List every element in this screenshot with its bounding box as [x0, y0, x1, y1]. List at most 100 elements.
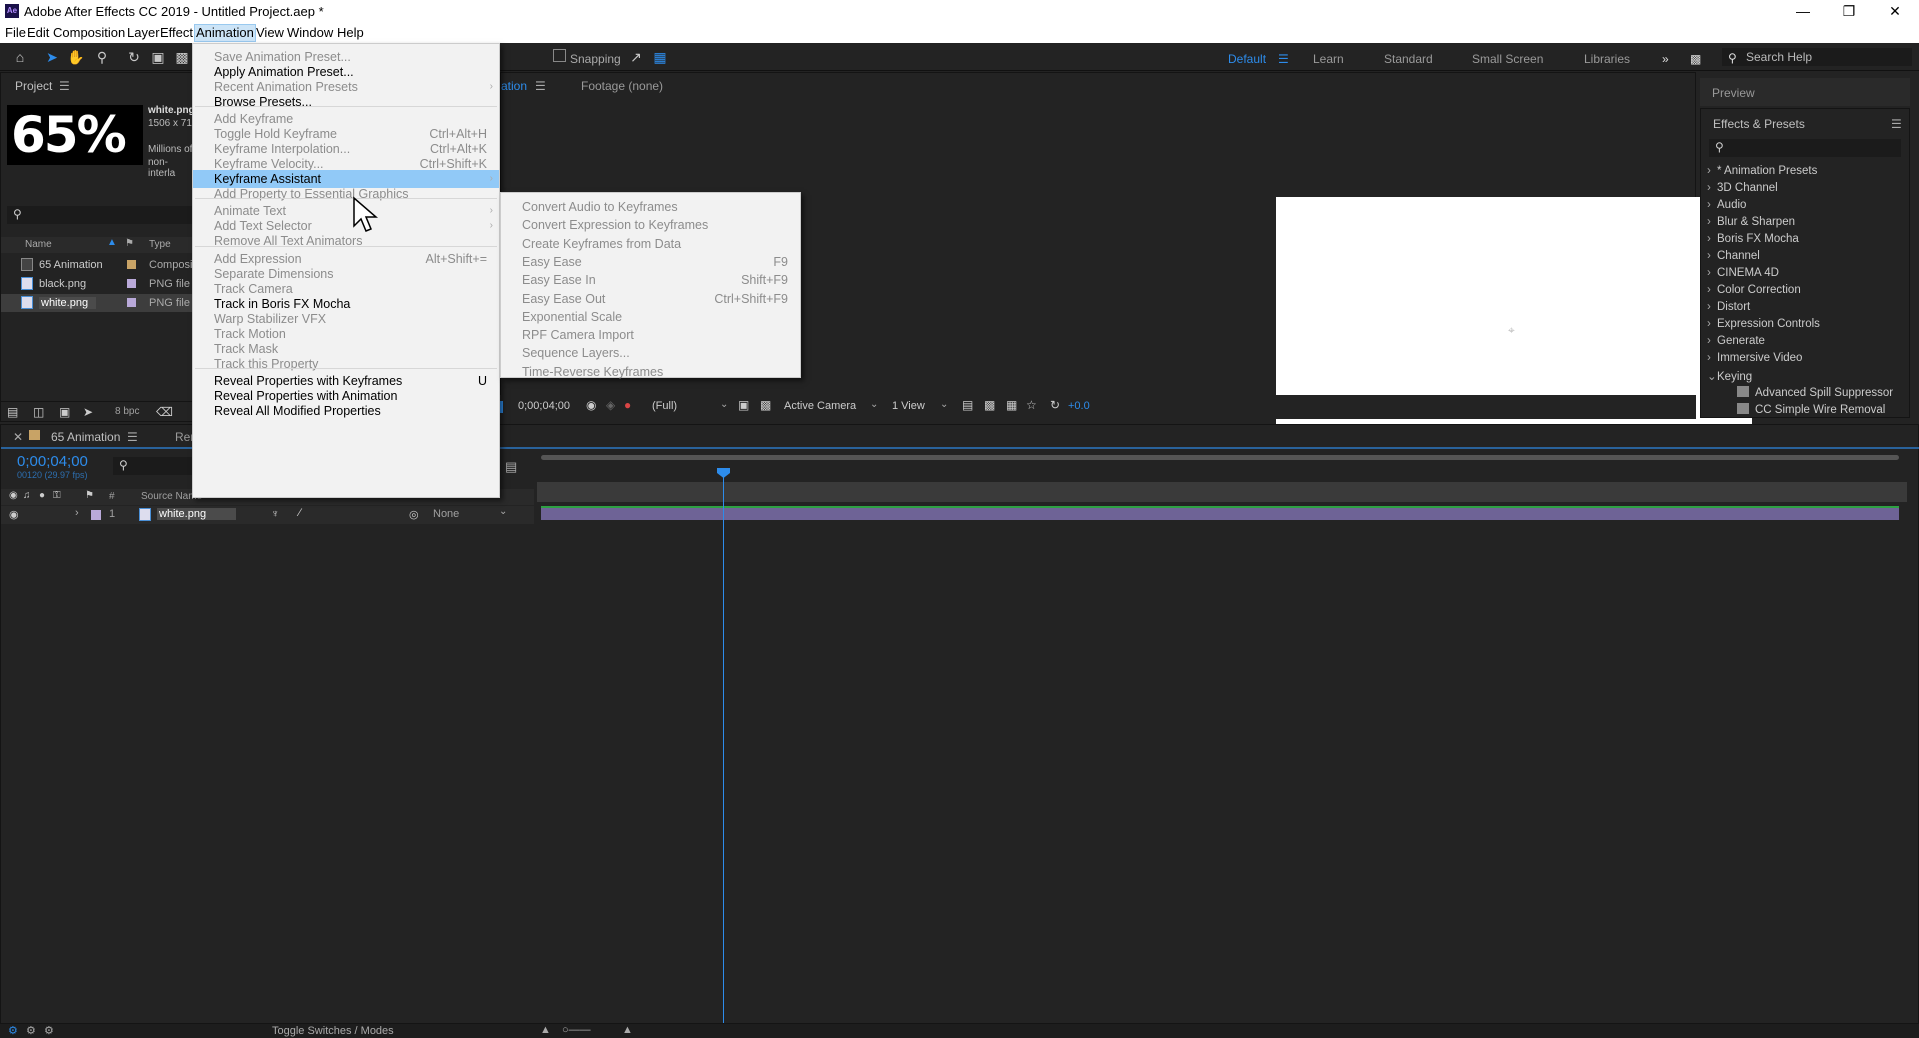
comp-current-time[interactable]: 0;00;04;00 [518, 400, 570, 412]
fx-category-immersive-video[interactable]: › Immersive Video [1707, 352, 1802, 364]
workspace-menu-icon[interactable]: ☰ [1278, 52, 1289, 66]
new-folder-icon[interactable]: ◫ [33, 405, 44, 419]
trash-icon[interactable]: ⌫ [156, 405, 173, 419]
snapping-checkbox[interactable] [553, 49, 566, 62]
close-icon[interactable]: ✕ [1872, 0, 1918, 23]
effects-menu-icon[interactable]: ☰ [1891, 117, 1902, 131]
parent-pickwhip-icon[interactable]: ◎ [409, 508, 419, 521]
menu-edit[interactable]: Edit [26, 25, 50, 40]
workspace-standard[interactable]: Standard [1384, 52, 1433, 66]
workspace-small-screen[interactable]: Small Screen [1472, 52, 1543, 66]
zoom-slider[interactable]: ○—— [562, 1024, 591, 1036]
fx-category-channel[interactable]: › Channel [1707, 250, 1760, 262]
toggle-pixel-aspect-icon[interactable]: ▤ [962, 398, 973, 412]
fast-previews-icon[interactable]: ▩ [984, 398, 995, 412]
submenu-item-easy-ease-in[interactable]: Easy Ease In Shift+F9 [501, 271, 800, 289]
minimize-icon[interactable]: — [1780, 0, 1826, 23]
sync-settings-icon[interactable]: ▩ [1690, 52, 1701, 66]
project-item-65-animation[interactable]: 65 Animation Composi [1, 256, 196, 274]
toggle-switches-modes-button[interactable]: Toggle Switches / Modes [272, 1025, 394, 1037]
menu-view[interactable]: View [255, 25, 285, 40]
interpret-footage-icon[interactable]: ▤ [7, 405, 18, 419]
menu-item-browse-presets[interactable]: Browse Presets... [193, 93, 499, 111]
project-item-white-png[interactable]: white.png PNG file [1, 294, 196, 312]
timeline-icon[interactable]: ▦ [1006, 398, 1017, 412]
menu-file[interactable]: File [4, 25, 27, 40]
fx-category-distort[interactable]: › Distort [1707, 301, 1750, 313]
snap-features-icon[interactable]: ▦ [651, 48, 669, 66]
menu-layer[interactable]: Layer [126, 25, 161, 40]
project-tab[interactable]: Project [15, 79, 52, 93]
fx-category-cinema-4d[interactable]: › CINEMA 4D [1707, 267, 1779, 279]
effects-search-input[interactable]: ⚲ [1709, 139, 1901, 157]
workspace-learn[interactable]: Learn [1313, 52, 1344, 66]
submenu-item-create-keyframes-from-data[interactable]: Create Keyframes from Data [501, 235, 800, 253]
fx-category-keying[interactable]: ⌄Keying [1707, 369, 1752, 383]
audio-toggle-icon[interactable]: ♫ [23, 490, 31, 501]
transparency-grid-icon[interactable]: ▩ [760, 398, 771, 412]
new-composition-icon[interactable]: ▣ [59, 405, 70, 419]
maximize-icon[interactable]: ❐ [1826, 0, 1872, 23]
pan-behind-tool-icon[interactable]: ▩ [173, 48, 191, 66]
submenu-item-exponential-scale[interactable]: Exponential Scale [501, 308, 800, 326]
fx-category-animation-presets[interactable]: › * Animation Presets [1707, 165, 1817, 177]
timeline-layer-row[interactable]: ◉ › 1 white.png ♆ ∕ ◎ None ⌄ [1, 506, 534, 524]
parent-select[interactable]: None [433, 508, 459, 520]
current-time-display[interactable]: 0;00;04;00 [17, 453, 88, 470]
layer-name[interactable]: white.png [157, 508, 237, 520]
bit-depth-button[interactable]: 8 bpc [115, 406, 139, 417]
selection-tool-icon[interactable]: ➤ [43, 48, 61, 66]
fx-category-color-correction[interactable]: › Color Correction [1707, 284, 1801, 296]
zoom-in-icon[interactable]: ▲ [622, 1024, 633, 1036]
fx-category-boris-fx-mocha[interactable]: › Boris FX Mocha [1707, 233, 1799, 245]
hand-tool-icon[interactable]: ✋ [67, 48, 85, 66]
fx-category-expression-controls[interactable]: › Expression Controls [1707, 318, 1820, 330]
eye-icon[interactable]: ◉ [9, 508, 19, 521]
preview-tab[interactable]: Preview [1712, 86, 1755, 100]
flowchart-icon[interactable]: ☆ [1026, 398, 1037, 412]
fx-item-advanced-spill-suppressor[interactable]: Advanced Spill Suppressor [1737, 386, 1893, 399]
render-queue-icon[interactable]: ➤ [83, 405, 93, 419]
reset-exposure-icon[interactable]: ↻ [1050, 398, 1060, 412]
comp-mini-flowchart-icon[interactable]: ▤ [505, 459, 517, 475]
submenu-item-convert-expression-to-keyframes[interactable]: Convert Expression to Keyframes [501, 216, 800, 234]
always-preview-icon[interactable] [500, 401, 503, 413]
timeline-tab-65-animation[interactable]: 65 Animation [51, 430, 120, 444]
home-icon[interactable]: ⌂ [11, 48, 29, 66]
rotate-tool-icon[interactable]: ↻ [125, 48, 143, 66]
video-toggle-icon[interactable]: ◉ [9, 490, 18, 501]
region-of-interest-icon[interactable]: ▣ [738, 398, 749, 412]
submenu-item-rpf-camera-import[interactable]: RPF Camera Import [501, 326, 800, 344]
composition-menu-icon[interactable]: ☰ [535, 79, 546, 93]
layer-duration-bar[interactable] [541, 506, 1899, 520]
effects-presets-tab[interactable]: Effects & Presets [1713, 117, 1805, 131]
fx-item-cc-simple-wire-removal[interactable]: CC Simple Wire Removal [1737, 403, 1885, 416]
views-select[interactable]: 1 View [892, 400, 925, 412]
column-name[interactable]: Name [25, 239, 52, 250]
menu-item-reveal-all-modified-properties[interactable]: Reveal All Modified Properties [193, 402, 499, 420]
fx-category-blur-sharpen[interactable]: › Blur & Sharpen [1707, 216, 1795, 228]
workspace-libraries[interactable]: Libraries [1584, 52, 1630, 66]
menu-item-remove-all-text-animators[interactable]: Remove All Text Animators [193, 232, 499, 250]
menu-window[interactable]: Window [286, 25, 334, 40]
workspace-default[interactable]: Default [1228, 52, 1266, 66]
quality-switch-icon[interactable]: ∕ [299, 507, 301, 519]
timeline-menu-icon[interactable]: ☰ [127, 430, 138, 444]
chevron-right-icon[interactable]: › [75, 507, 79, 519]
close-tab-icon[interactable]: ✕ [13, 430, 23, 444]
submenu-item-sequence-layers[interactable]: Sequence Layers... [501, 344, 800, 362]
menu-item-track-this-property[interactable]: Track this Property [193, 355, 499, 373]
menu-animation[interactable]: Animation [194, 24, 256, 42]
resolution-select[interactable]: (Full) [652, 400, 677, 412]
solo-toggle-icon[interactable]: ● [39, 490, 45, 501]
zoom-out-icon[interactable]: ▲ [540, 1024, 551, 1036]
project-item-black-png[interactable]: black.png PNG file [1, 275, 196, 293]
camera-tool-icon[interactable]: ▣ [149, 48, 167, 66]
project-menu-icon[interactable]: ☰ [59, 79, 70, 93]
layer-switches-icon[interactable]: ⚙ [8, 1024, 18, 1037]
more-workspaces-icon[interactable]: » [1662, 52, 1669, 66]
submenu-item-convert-audio-to-keyframes[interactable]: Convert Audio to Keyframes [501, 198, 800, 216]
zoom-tool-icon[interactable]: ⚲ [93, 48, 111, 66]
camera-select[interactable]: Active Camera [784, 400, 856, 412]
work-area-bar[interactable] [541, 455, 1899, 460]
